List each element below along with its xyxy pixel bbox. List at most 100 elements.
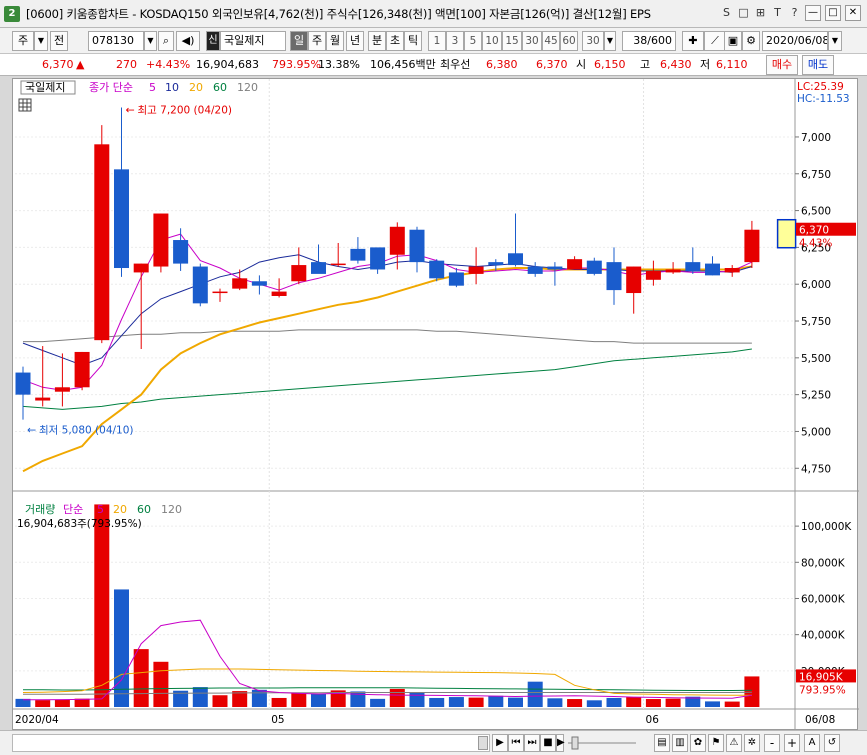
candle-body[interactable] bbox=[350, 248, 366, 261]
sell-button[interactable]: 매도 bbox=[802, 55, 834, 75]
period-day[interactable]: 일 bbox=[290, 31, 308, 51]
candle-body[interactable] bbox=[705, 263, 720, 276]
volume-bar[interactable] bbox=[567, 699, 583, 707]
period-type-dropdown-icon[interactable]: ▼ bbox=[34, 31, 48, 51]
minute-1[interactable]: 1 bbox=[428, 31, 446, 51]
candle-body[interactable] bbox=[468, 266, 484, 274]
volume-bar[interactable] bbox=[744, 676, 760, 707]
stop-button[interactable]: ■ bbox=[540, 734, 556, 752]
volume-bar[interactable] bbox=[212, 695, 228, 707]
candle-body[interactable] bbox=[409, 229, 425, 263]
candle-body[interactable] bbox=[488, 262, 504, 266]
text-icon[interactable]: T bbox=[771, 5, 784, 20]
candle-body[interactable] bbox=[606, 262, 622, 291]
volume-bar[interactable] bbox=[488, 695, 504, 707]
volume-bar[interactable] bbox=[133, 649, 149, 707]
candle-body[interactable] bbox=[586, 260, 602, 274]
overlay-icon[interactable]: ✿ bbox=[690, 734, 706, 752]
volume-bar[interactable] bbox=[606, 697, 622, 707]
grid-icon[interactable]: ⊞ bbox=[754, 5, 767, 20]
volume-bar[interactable] bbox=[429, 697, 445, 707]
candle-body[interactable] bbox=[311, 262, 326, 274]
volume-bar[interactable] bbox=[586, 700, 602, 707]
candle-body[interactable] bbox=[35, 397, 51, 401]
volume-bar[interactable] bbox=[54, 699, 70, 707]
stock-code-input[interactable]: 078130 bbox=[88, 31, 144, 51]
zoom-in-button[interactable]: + bbox=[784, 734, 800, 752]
screen-share-icon[interactable]: S bbox=[720, 5, 733, 20]
maximize-button[interactable]: □ bbox=[825, 5, 841, 21]
signal-icon[interactable]: ⚑ bbox=[708, 734, 724, 752]
candle-body[interactable] bbox=[665, 269, 681, 273]
volume-bar[interactable] bbox=[291, 692, 307, 707]
volume-bar[interactable] bbox=[311, 693, 326, 707]
volume-bar[interactable] bbox=[94, 504, 110, 707]
minute-45[interactable]: 45 bbox=[542, 31, 560, 51]
volume-bar[interactable] bbox=[705, 701, 720, 707]
volume-bar[interactable] bbox=[626, 697, 642, 707]
candle-body[interactable] bbox=[74, 351, 90, 388]
candle-body[interactable] bbox=[291, 265, 307, 282]
pattern-icon[interactable]: ✲ bbox=[744, 734, 760, 752]
chart-canvas[interactable]: 7,0006,7506,5006,2506,0005,7505,5005,250… bbox=[13, 79, 859, 731]
help-icon[interactable]: ? bbox=[788, 5, 801, 20]
minimize-button[interactable]: — bbox=[805, 5, 821, 21]
candle-body[interactable] bbox=[15, 372, 31, 395]
candle-body[interactable] bbox=[547, 266, 563, 270]
indicator-icon[interactable]: ▥ bbox=[672, 734, 688, 752]
zoom-slider[interactable] bbox=[566, 734, 638, 752]
search-icon[interactable]: ⌕ bbox=[158, 31, 174, 51]
candle-body[interactable] bbox=[567, 259, 583, 270]
fast-forward-button[interactable]: ⏭ bbox=[524, 734, 540, 752]
volume-bar[interactable] bbox=[409, 692, 425, 707]
candle-body[interactable] bbox=[212, 291, 228, 294]
stock-code-dropdown-icon[interactable]: ▼ bbox=[144, 31, 157, 51]
gear-icon[interactable]: ⚙ bbox=[742, 31, 760, 51]
chart-type-icon[interactable]: ▤ bbox=[654, 734, 670, 752]
candle-body[interactable] bbox=[527, 266, 543, 274]
volume-bar[interactable] bbox=[271, 697, 287, 707]
volume-bar[interactable] bbox=[232, 691, 248, 707]
volume-bar[interactable] bbox=[508, 697, 523, 707]
volume-bar[interactable] bbox=[665, 698, 681, 707]
volume-bar[interactable] bbox=[645, 699, 661, 707]
minute-60[interactable]: 60 bbox=[560, 31, 578, 51]
candle-body[interactable] bbox=[370, 247, 386, 270]
step-button[interactable]: ▶ bbox=[556, 734, 565, 752]
alert-icon[interactable]: ⚠ bbox=[726, 734, 742, 752]
trend-tool-icon[interactable]: ⟋ bbox=[704, 31, 726, 51]
period-type-select[interactable]: 주 bbox=[12, 31, 34, 51]
candle-body[interactable] bbox=[153, 213, 169, 267]
save-icon[interactable]: ▣ bbox=[724, 31, 742, 51]
period-tick[interactable]: 틱 bbox=[404, 31, 422, 51]
candle-body[interactable] bbox=[251, 281, 267, 286]
candle-body[interactable] bbox=[232, 278, 248, 289]
date-dropdown-icon[interactable]: ▼ bbox=[828, 31, 842, 51]
date-input[interactable]: 2020/06/08 bbox=[762, 31, 828, 51]
auto-scale-button[interactable]: A bbox=[804, 734, 820, 752]
volume-bar[interactable] bbox=[468, 697, 484, 707]
candle-body[interactable] bbox=[744, 229, 760, 263]
candle-body[interactable] bbox=[133, 263, 149, 273]
count-dropdown-icon[interactable]: ▼ bbox=[604, 31, 616, 51]
chart-area[interactable]: 7,000 6,750 6,500 6,250 6,000 5,750 5,500 5,250… bbox=[12, 78, 859, 731]
candle-body[interactable] bbox=[389, 226, 405, 255]
minute-30[interactable]: 30 bbox=[522, 31, 542, 51]
count-select[interactable]: 30 bbox=[582, 31, 604, 51]
volume-bar[interactable] bbox=[448, 697, 464, 707]
candle-body[interactable] bbox=[192, 266, 208, 304]
volume-bar[interactable] bbox=[527, 681, 543, 707]
reset-button[interactable]: ↺ bbox=[824, 734, 840, 752]
buy-button[interactable]: 매수 bbox=[766, 55, 798, 75]
sound-icon[interactable]: ◀) bbox=[176, 31, 200, 51]
crosshair-icon[interactable]: ✚ bbox=[682, 31, 704, 51]
volume-bar[interactable] bbox=[192, 687, 208, 707]
period-minute[interactable]: 분 bbox=[368, 31, 386, 51]
volume-bar[interactable] bbox=[370, 698, 386, 707]
chart-scrollbar[interactable] bbox=[12, 734, 490, 752]
candle-body[interactable] bbox=[724, 268, 740, 273]
volume-bar[interactable] bbox=[35, 700, 51, 707]
candle-body[interactable] bbox=[429, 260, 445, 279]
candle-body[interactable] bbox=[508, 253, 523, 266]
zoom-out-button[interactable]: - bbox=[764, 734, 780, 752]
